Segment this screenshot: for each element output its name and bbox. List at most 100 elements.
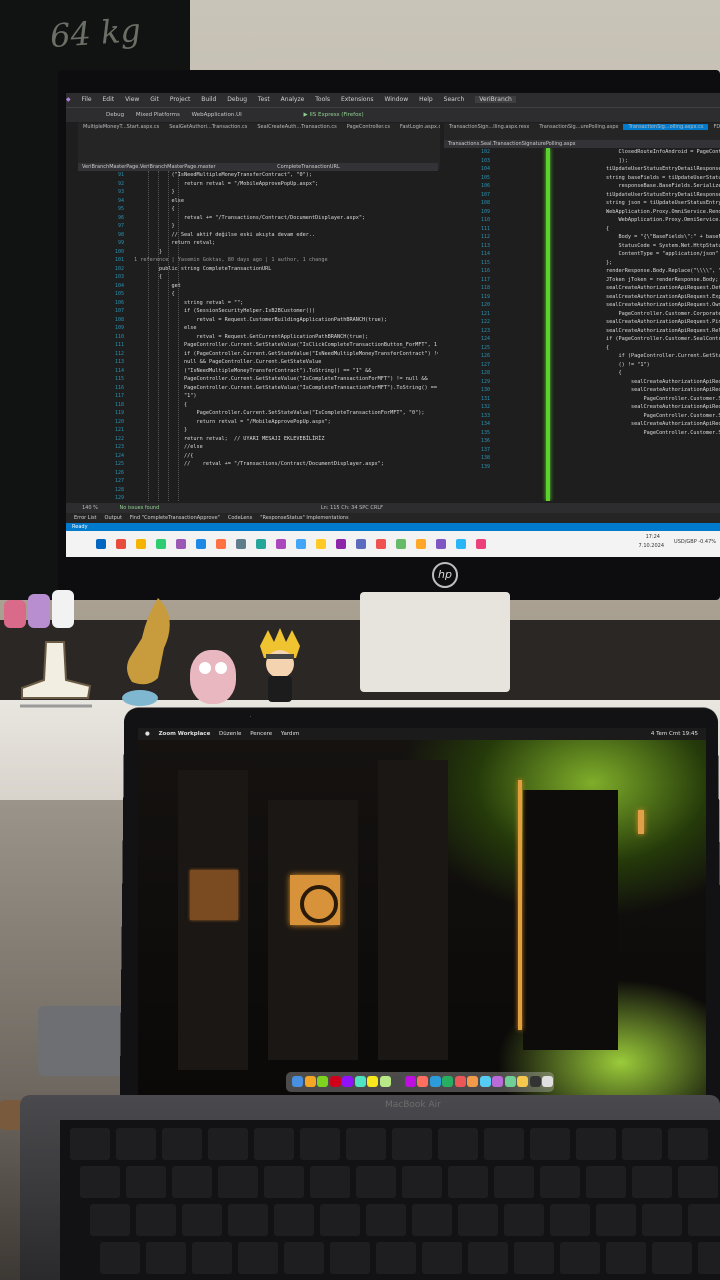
bottom-panel-tab[interactable]: "ResponseStatus" Implementations xyxy=(260,515,348,521)
menu-item[interactable]: Analyze xyxy=(281,96,305,103)
code-line[interactable]: PageController.Customer.CorporateUserCus… xyxy=(556,310,720,319)
dock-app-icon[interactable] xyxy=(417,1076,428,1087)
taskbar-app-icon[interactable] xyxy=(276,539,286,549)
menu-item[interactable]: Help xyxy=(419,96,433,103)
code-line[interactable]: sealCreateAuthorizationApiRequest.Detail… xyxy=(556,284,720,293)
taskbar-app-icon[interactable] xyxy=(256,539,266,549)
code-line[interactable]: { xyxy=(134,401,438,410)
zoom-level[interactable]: 140 % xyxy=(82,505,98,511)
code-line[interactable]: // Seal aktif değilse eski akışta devam … xyxy=(134,231,438,240)
issues-indicator[interactable]: No issues found xyxy=(119,505,159,511)
code-line[interactable]: sealCreateAuthorizationApiRequest.PinReq… xyxy=(556,318,720,327)
menu-item[interactable]: Debug xyxy=(227,96,247,103)
code-line[interactable]: retval = Request.CustomerBuildingApplica… xyxy=(134,316,438,325)
dock-app-icon[interactable] xyxy=(342,1076,353,1087)
code-line[interactable]: { xyxy=(556,225,720,234)
code-line[interactable]: } xyxy=(134,188,438,197)
mac-menu-item[interactable]: Düzenle xyxy=(219,731,241,737)
code-line[interactable]: PageController.Current.GetStateValue("Is… xyxy=(134,375,438,384)
taskbar-app-icon[interactable] xyxy=(96,539,106,549)
code-editor-right[interactable]: 102 103 104 105 106 107 108 109 110 111 112 113 114 1… xyxy=(444,148,720,501)
dock-app-icon[interactable] xyxy=(329,1076,341,1087)
code-line[interactable]: ClosedRouteInfoAndroid = PageController.… xyxy=(556,148,720,157)
menu-item[interactable]: Window xyxy=(384,96,408,103)
code-line[interactable]: sealCreateAuthorizationApiRequest.OwnerI… xyxy=(556,301,720,310)
code-line[interactable]: PageController.Current.SetStateValue("Is… xyxy=(134,341,438,350)
menu-item[interactable]: Edit xyxy=(103,96,115,103)
code-line[interactable]: get xyxy=(134,282,438,291)
taskbar-app-icon[interactable] xyxy=(196,539,206,549)
startup-project-dropdown[interactable]: WebApplication.UI xyxy=(192,112,242,118)
codelens-info[interactable]: 1 reference | Yasemin Goktas, 80 days ag… xyxy=(134,256,438,265)
code-line[interactable]: ]); xyxy=(556,157,720,166)
stock-ticker[interactable]: USD/GBP -0.47% xyxy=(674,539,716,545)
code-line[interactable]: Body = "{\"BaseFields\":" + baseFields +… xyxy=(556,233,720,242)
dock-app-icon[interactable] xyxy=(479,1076,491,1087)
code-line[interactable]: ContentType = "application/json" xyxy=(556,250,720,259)
taskbar-app-icon[interactable] xyxy=(336,539,346,549)
code-line[interactable]: PageController.Current.SetStateValue("Is… xyxy=(134,409,438,418)
taskbar-app-icon[interactable] xyxy=(376,539,386,549)
code-line[interactable]: "1") xyxy=(134,392,438,401)
apple-icon[interactable]: ● xyxy=(145,731,150,737)
mac-menu-item[interactable]: Pencere xyxy=(250,731,272,737)
editor-tab[interactable]: TransactionSig...olling.aspx.cs xyxy=(623,124,709,130)
menu-item[interactable]: Project xyxy=(170,96,191,103)
nav-member[interactable]: CompleteTransactionURL xyxy=(277,164,340,170)
code-line[interactable]: }; xyxy=(556,259,720,268)
code-text[interactable]: ClosedRouteInfoAndroid = PageController.… xyxy=(556,148,720,437)
dock-app-icon[interactable] xyxy=(404,1076,416,1087)
code-line[interactable]: sealCreateAuthorizationApiRequest.Docume… xyxy=(556,378,720,387)
code-line[interactable]: if (SessionSecurityHelper.IsB2BCustomer(… xyxy=(134,307,438,316)
taskbar-app-icon[interactable] xyxy=(216,539,226,549)
code-line[interactable]: sealCreateAuthorizationApiRequest.Docume… xyxy=(556,403,720,412)
taskbar-app-icon[interactable] xyxy=(136,539,146,549)
code-line[interactable]: string json = tiUpdateUserStatusEntryDet… xyxy=(556,199,720,208)
taskbar-app-icon[interactable] xyxy=(316,539,326,549)
taskbar-app-icon[interactable] xyxy=(236,539,246,549)
search-box[interactable]: Search xyxy=(444,96,465,103)
code-line[interactable]: tiUpdateUserStatusEntryDetailResponse.Ba… xyxy=(556,191,720,200)
code-line[interactable]: // retval += "/Transactions/Contract/Doc… xyxy=(134,460,438,469)
platform-dropdown[interactable]: Mixed Platforms xyxy=(136,112,180,118)
code-line[interactable]: () != "1") xyxy=(556,361,720,370)
dock-app-icon[interactable] xyxy=(454,1076,466,1087)
taskbar-app-icon[interactable] xyxy=(416,539,426,549)
code-line[interactable]: if (PageController.Customer.SealContract… xyxy=(556,335,720,344)
code-line[interactable]: string retval = ""; xyxy=(134,299,438,308)
code-line[interactable]: } xyxy=(134,222,438,231)
code-line[interactable]: { xyxy=(134,205,438,214)
code-line[interactable]: WebApplication.Proxy.OmniService.RenderR… xyxy=(556,216,720,225)
editor-tab[interactable]: SealCreateAuth...Transaction.cs xyxy=(252,124,341,130)
menu-item[interactable]: Extensions xyxy=(341,96,374,103)
code-line[interactable]: { xyxy=(556,344,720,353)
code-line[interactable]: return retval; xyxy=(134,239,438,248)
dock-app-icon[interactable] xyxy=(379,1076,391,1087)
code-editor-left[interactable]: 91 92 93 94 95 96 97 98 99 100 101 102 103 104 105 106 1… xyxy=(78,171,438,501)
editor-tab[interactable]: TransactionSig...urePolling.aspx xyxy=(534,124,623,130)
bottom-panel-tab[interactable]: CodeLens xyxy=(228,515,252,521)
dock-app-icon[interactable] xyxy=(492,1076,503,1087)
dock-app-icon[interactable] xyxy=(442,1076,453,1087)
taskbar-app-icon[interactable] xyxy=(176,539,186,549)
taskbar-app-icon[interactable] xyxy=(296,539,306,549)
code-text[interactable]: ("IsNeedMultipleMoneyTransferContract", … xyxy=(134,171,438,469)
taskbar-app-icon[interactable] xyxy=(396,539,406,549)
code-line[interactable]: { xyxy=(556,369,720,378)
code-line[interactable]: string baseFields = tiUpdateUserStatusEn… xyxy=(556,174,720,183)
code-line[interactable]: PageController.Customer.SealContractMEFT… xyxy=(556,429,720,438)
editor-tab[interactable]: FDSUtility.cs xyxy=(708,124,720,130)
dock-app-icon[interactable] xyxy=(504,1076,516,1087)
code-line[interactable]: responseBase.BaseFields.Serialize(Serial… xyxy=(556,182,720,191)
editor-tab[interactable]: FastLogin.aspx.cs xyxy=(395,124,440,130)
code-line[interactable]: ("IsNeedMultipleMoneyTransferContract", … xyxy=(134,171,438,180)
dock-app-icon[interactable] xyxy=(429,1076,441,1087)
run-button[interactable]: ▶ IIS Express (Firefox) xyxy=(304,112,364,118)
code-line[interactable]: renderResponse.Body.Replace("\\\\", "\\"… xyxy=(556,267,720,276)
dock-app-icon[interactable] xyxy=(392,1076,403,1087)
code-line[interactable]: else xyxy=(134,324,438,333)
dock-app-icon[interactable] xyxy=(529,1076,541,1087)
menu-item[interactable]: View xyxy=(125,96,139,103)
taskbar-time[interactable]: 17:24 xyxy=(646,534,660,540)
config-dropdown[interactable]: Debug xyxy=(106,112,124,118)
